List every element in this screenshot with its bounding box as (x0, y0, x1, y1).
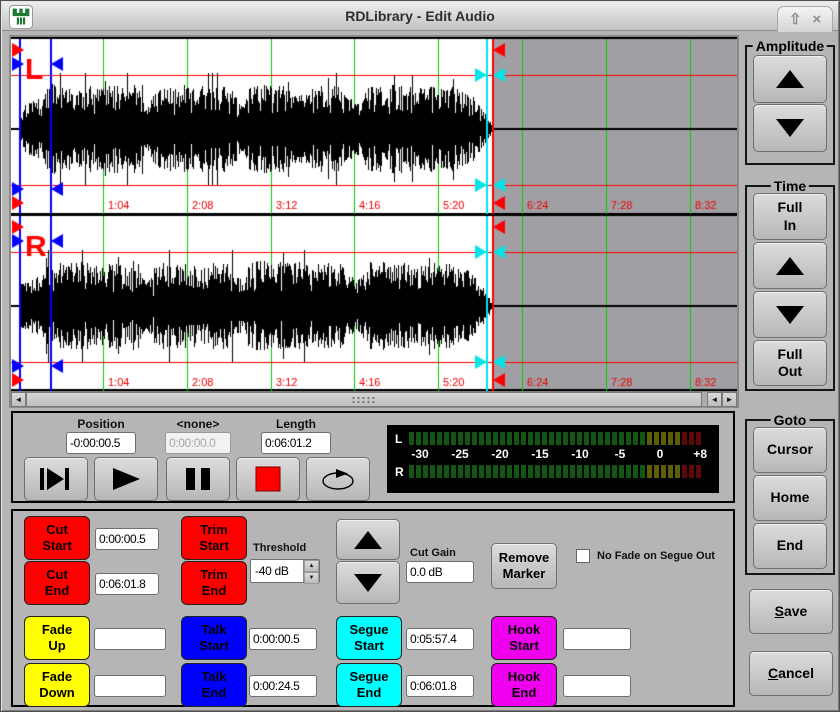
threshold-value[interactable]: -40 dB (251, 560, 303, 582)
time-full-in-button[interactable]: Full In (753, 193, 827, 240)
talk-start-field[interactable] (249, 628, 317, 650)
position-field[interactable] (66, 432, 136, 454)
threshold-spinbox: -40 dB ▲ ▼ (250, 559, 320, 583)
meter-left-label: L (395, 432, 409, 446)
fade-up-button[interactable]: Fade Up (24, 616, 90, 660)
threshold-spin-down-icon[interactable]: ▼ (304, 572, 319, 584)
fade-down-field[interactable] (94, 675, 166, 697)
down-arrow-icon (352, 571, 384, 595)
scroll-right-button[interactable]: ► (722, 392, 737, 407)
segue-start-button[interactable]: Segue Start (336, 616, 402, 660)
trim-end-button[interactable]: Trim End (181, 561, 247, 605)
up-arrow-icon (774, 254, 806, 278)
segue-start-field[interactable] (406, 628, 474, 650)
waveform-canvas[interactable] (11, 37, 737, 391)
stop-button[interactable] (236, 457, 300, 501)
goto-cursor-button[interactable]: Cursor (753, 427, 827, 473)
close-icon[interactable]: × (812, 12, 821, 27)
meter-left-segments (409, 432, 701, 445)
edit-audio-dialog: RDLibrary - Edit Audio ⇧ × ◄ ◄ ► Amplitu… (0, 0, 840, 712)
play-from-cursor-button[interactable] (24, 457, 88, 501)
scroll-left-button-2[interactable]: ◄ (707, 392, 722, 407)
meter-right-segments (409, 465, 701, 478)
marker-name-label: <none> (165, 417, 231, 431)
meter-row-left: L (395, 430, 711, 447)
goto-home-button[interactable]: Home (753, 475, 827, 521)
time-zoom-in-button[interactable] (753, 242, 827, 289)
waveform-panel: ◄ ◄ ► (9, 35, 739, 408)
cut-gain-label: Cut Gain (410, 547, 480, 559)
scroll-left-button[interactable]: ◄ (11, 392, 26, 407)
goto-group-label: Goto (771, 412, 810, 428)
scrollbar-thumb[interactable] (26, 392, 702, 407)
no-fade-checkbox[interactable] (576, 549, 590, 563)
play-button[interactable] (94, 457, 158, 501)
hook-start-button[interactable]: Hook Start (491, 616, 557, 660)
trim-start-button[interactable]: Trim Start (181, 516, 247, 560)
cancel-button[interactable]: Cancel (749, 651, 833, 696)
cut-start-button[interactable]: Cut Start (24, 516, 90, 560)
remove-marker-button[interactable]: Remove Marker (491, 543, 557, 589)
waveform-scrollbar: ◄ ◄ ► (11, 391, 737, 406)
talk-end-field[interactable] (249, 675, 317, 697)
time-full-out-button[interactable]: Full Out (753, 340, 827, 386)
cut-gain-field[interactable] (406, 561, 474, 583)
gain-down-button[interactable] (336, 561, 400, 604)
loop-icon (319, 466, 357, 492)
hook-end-field[interactable] (563, 675, 631, 697)
up-arrow-icon (352, 528, 384, 552)
meter-row-right: R (395, 463, 711, 480)
threshold-label: Threshold (253, 542, 329, 554)
pause-icon (183, 466, 213, 492)
hook-end-button[interactable]: Hook End (491, 663, 557, 707)
up-arrow-icon (774, 67, 806, 91)
markers-panel: Cut Start Cut End Trim Start Trim End Th… (11, 509, 735, 707)
length-field[interactable] (261, 432, 331, 454)
cut-start-field[interactable] (95, 528, 159, 550)
marker-value-field (165, 432, 231, 454)
loop-button[interactable] (306, 457, 370, 501)
goto-end-button[interactable]: End (753, 523, 827, 569)
segue-end-field[interactable] (406, 675, 474, 697)
down-arrow-icon (774, 116, 806, 140)
audio-meter: L -30-25-20-15-10-50+8 R (387, 425, 719, 493)
window-title: RDLibrary - Edit Audio (2, 8, 838, 24)
threshold-spin-up-icon[interactable]: ▲ (304, 560, 319, 572)
hook-start-field[interactable] (563, 628, 631, 650)
segue-end-button[interactable]: Segue End (336, 663, 402, 707)
meter-scale: -30-25-20-15-10-50+8 (395, 447, 711, 463)
time-zoom-out-button[interactable] (753, 291, 827, 338)
down-arrow-icon (774, 303, 806, 327)
shade-icon[interactable]: ⇧ (789, 12, 802, 27)
cut-end-field[interactable] (95, 573, 159, 595)
meter-right-label: R (395, 465, 409, 479)
amplitude-group-label: Amplitude (753, 38, 827, 54)
length-label: Length (261, 417, 331, 431)
time-group-label: Time (771, 178, 809, 194)
play-from-icon (39, 466, 73, 492)
scrollbar-grip (351, 396, 377, 405)
pause-button[interactable] (166, 457, 230, 501)
titlebar: RDLibrary - Edit Audio ⇧ × (2, 2, 838, 31)
stop-icon (255, 466, 281, 492)
no-fade-label: No Fade on Segue Out (597, 550, 715, 562)
amplitude-down-button[interactable] (753, 104, 827, 152)
amplitude-up-button[interactable] (753, 55, 827, 103)
cut-end-button[interactable]: Cut End (24, 561, 90, 605)
talk-start-button[interactable]: Talk Start (181, 616, 247, 660)
position-label: Position (66, 417, 136, 431)
fade-down-button[interactable]: Fade Down (24, 663, 90, 707)
play-icon (109, 466, 143, 492)
save-button[interactable]: Save (749, 589, 833, 634)
fade-up-field[interactable] (94, 628, 166, 650)
window-controls: ⇧ × (777, 6, 833, 32)
talk-end-button[interactable]: Talk End (181, 663, 247, 707)
gain-up-button[interactable] (336, 519, 400, 560)
transport-panel: Position <none> Length L -30-25-20-15-10… (11, 411, 735, 503)
